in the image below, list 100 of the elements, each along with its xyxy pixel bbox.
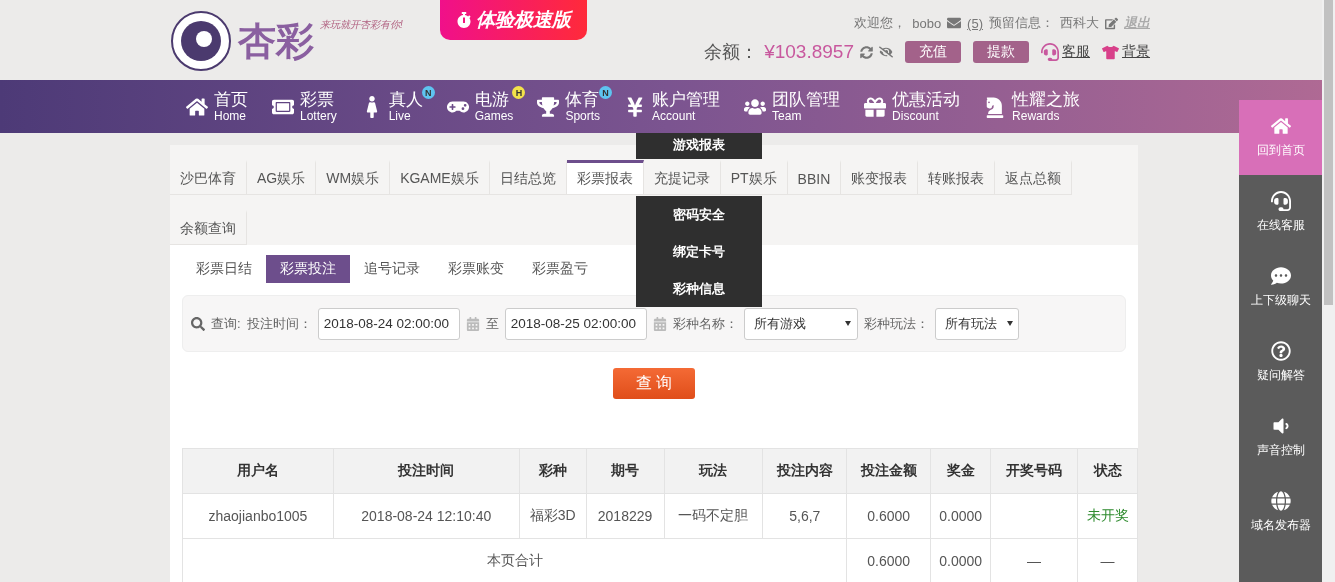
edit-icon[interactable] — [1105, 16, 1118, 30]
start-time-field[interactable]: 2018-08-24 02:00:00 — [317, 307, 460, 340]
nav-item[interactable]: 首页 Home — [186, 80, 272, 133]
report-tab[interactable]: WM娱乐 — [316, 160, 391, 195]
table-cell: 福彩3D — [519, 493, 587, 539]
column-header: 投注金额 — [846, 448, 931, 494]
nav-badge: N — [599, 86, 613, 99]
total-label: 本页合计 — [182, 538, 847, 582]
refresh-icon[interactable] — [860, 45, 873, 59]
side-item[interactable]: 声音控制 — [1239, 400, 1322, 475]
scrollbar[interactable] — [1322, 0, 1335, 582]
column-header: 玩法 — [664, 448, 763, 494]
to-label: 至 — [485, 314, 499, 333]
play-select[interactable]: 所有玩法 — [934, 307, 1019, 340]
play-label: 彩种玩法： — [863, 314, 929, 333]
home-icon — [1270, 116, 1291, 136]
username: bobo — [912, 15, 942, 31]
query-label: 查询: — [211, 314, 241, 333]
headset-icon — [1041, 43, 1059, 61]
report-tab[interactable]: 返点总额 — [995, 160, 1073, 195]
balance-amount: ¥103.8957 — [764, 41, 854, 63]
column-header: 用户名 — [182, 448, 334, 494]
reserved-value: 西科大 — [1060, 14, 1099, 32]
home-icon — [186, 95, 208, 118]
report-tab[interactable]: 充提记录 — [643, 160, 721, 195]
service-link[interactable]: 客服 — [1041, 43, 1090, 61]
search-icon — [191, 316, 205, 331]
withdraw-button[interactable]: 提款 — [973, 41, 1029, 63]
column-header: 期号 — [586, 448, 664, 494]
sub-tab[interactable]: 追号记录 — [350, 255, 434, 283]
side-item[interactable]: 域名发布器 — [1239, 475, 1322, 550]
report-tab[interactable]: 账变报表 — [841, 160, 919, 195]
message-count[interactable]: (5) — [967, 15, 983, 31]
reserved-label: 预留信息： — [989, 14, 1054, 32]
side-item[interactable]: 在线客服 — [1239, 175, 1322, 250]
time-label: 投注时间： — [246, 314, 312, 333]
nav-item[interactable]: 电游 Games H — [446, 80, 538, 133]
menu-item[interactable]: 彩种信息 — [636, 270, 763, 307]
report-tab[interactable]: KGAME娱乐 — [390, 160, 490, 195]
hide-icon[interactable] — [879, 45, 893, 59]
column-header: 投注内容 — [762, 448, 847, 494]
nav-item[interactable]: 真人 Live N — [360, 80, 447, 133]
game-select[interactable]: 所有游戏 — [743, 307, 858, 340]
sub-tab[interactable]: 彩票日结 — [182, 255, 266, 283]
sub-tab[interactable]: 彩票盈亏 — [518, 255, 602, 283]
promo-button[interactable]: 体验极速版 — [440, 0, 587, 40]
nav-item[interactable]: 性耀之旅 Rewards — [984, 80, 1105, 133]
column-header: 奖金 — [930, 448, 991, 494]
slogan: 来玩就开杏彩有你! — [320, 18, 403, 32]
table-cell: zhaojianbo1005 — [182, 493, 334, 539]
tshirt-icon — [1102, 43, 1119, 61]
nav-item[interactable]: 优惠活动 Discount — [864, 80, 985, 133]
report-tab[interactable]: 转账报表 — [918, 160, 996, 195]
chat-icon — [1270, 266, 1291, 286]
background-link[interactable]: 背景 — [1102, 43, 1150, 61]
sub-tab[interactable]: 彩票账变 — [434, 255, 518, 283]
nav-item[interactable]: 团队管理 Team — [744, 80, 865, 133]
report-tab[interactable]: 彩票报表 — [566, 160, 644, 195]
game-label: 彩种名称： — [672, 314, 738, 333]
menu-item[interactable]: 绑定卡号 — [636, 233, 763, 270]
column-header: 投注时间 — [333, 448, 520, 494]
column-header: 彩种 — [519, 448, 587, 494]
report-tab[interactable]: 沙巴体育 — [170, 160, 247, 195]
report-tab[interactable]: 余额查询 — [170, 210, 247, 245]
help-icon — [1270, 341, 1291, 361]
table-cell: 一码不定胆 — [664, 493, 763, 539]
globe-icon — [1270, 491, 1291, 511]
nav-item[interactable]: 彩票 Lottery — [272, 80, 361, 133]
nav-badge: N — [421, 86, 435, 99]
column-header: 状态 — [1077, 448, 1138, 494]
trophy-icon — [537, 95, 560, 118]
logo-icon — [170, 10, 232, 72]
report-tab[interactable]: BBIN — [787, 160, 842, 195]
balance-label: 余额： — [704, 41, 759, 64]
nav-item[interactable]: 账户管理 Account — [624, 80, 745, 133]
welcome-text: 欢迎您， — [854, 14, 907, 32]
gift-icon — [864, 95, 887, 118]
sub-tab[interactable]: 彩票投注 — [266, 255, 350, 283]
headset-icon — [1270, 191, 1291, 211]
side-item[interactable]: 上下级聊天 — [1239, 250, 1322, 325]
mail-icon[interactable] — [947, 16, 962, 30]
column-header: 开奖号码 — [990, 448, 1078, 494]
nav-badge: H — [512, 86, 526, 99]
report-tab[interactable]: 日结总览 — [489, 160, 567, 195]
menu-item[interactable]: 游戏报表 — [636, 133, 763, 159]
stopwatch-icon — [456, 12, 472, 28]
deposit-button[interactable]: 充值 — [905, 41, 961, 63]
menu-item[interactable]: 密码安全 — [636, 196, 763, 233]
side-item[interactable]: 疑问解答 — [1239, 325, 1322, 400]
end-time-field[interactable]: 2018-08-25 02:00:00 — [504, 307, 647, 340]
table-cell: 2018229 — [586, 493, 664, 539]
table-cell: 2018-08-24 12:10:40 — [333, 493, 520, 539]
nav-item[interactable]: 体育 Sports N — [537, 80, 625, 133]
table-cell: 0.0000 — [930, 493, 991, 539]
logo-text: 杏彩 — [238, 16, 314, 65]
table-cell: 0.6000 — [846, 493, 931, 539]
table-cell: 5,6,7 — [762, 493, 847, 539]
report-tab[interactable]: AG娱乐 — [247, 160, 317, 195]
status-cell: 未开奖 — [1077, 493, 1138, 539]
report-tab[interactable]: PT娱乐 — [720, 160, 788, 195]
